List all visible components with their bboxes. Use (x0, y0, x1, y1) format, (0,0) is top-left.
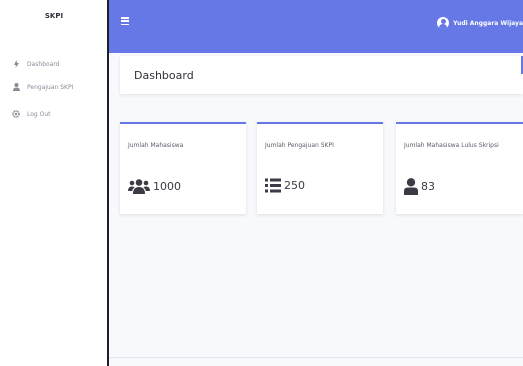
gear-icon (12, 110, 20, 118)
brand-title: SKPI (44, 12, 64, 20)
page-title: Dashboard (134, 68, 194, 82)
stat-value: 1000 (153, 179, 181, 193)
sidebar-item-log-out[interactable]: Log Out (12, 108, 51, 120)
sidebar-item-pengajuan-skpi[interactable]: Pengajuan SKPI (12, 81, 73, 93)
user-icon (12, 83, 20, 91)
avatar (437, 17, 450, 29)
users-icon (128, 178, 150, 194)
stat-row: 250 (265, 178, 305, 193)
dashboard-icon (12, 60, 20, 68)
stat-label: Jumlah Mahasiswa (128, 142, 184, 149)
user-menu[interactable]: Yudi Anggara Wijaya (437, 17, 523, 29)
stat-row: 1000 (128, 178, 181, 194)
main-content: Yudi Anggara Wijaya Dashboard Jumlah Mah… (109, 0, 523, 366)
stat-value: 250 (284, 179, 305, 192)
stat-label: Jumlah Pengajuan SKPI (265, 142, 334, 149)
menu-toggle-icon[interactable] (121, 17, 129, 25)
sidebar: SKPI Dashboard Pengajuan SKPI Log Out (0, 0, 108, 366)
stat-card-mahasiswa: Jumlah Mahasiswa 1000 (120, 122, 246, 214)
user-name: Yudi Anggara Wijaya (453, 19, 523, 27)
stat-value: 83 (421, 180, 435, 193)
stat-row: 83 (404, 178, 435, 195)
stat-card-lulus-skripsi: Jumlah Mahasiswa Lulus Skripsi 83 (396, 122, 523, 214)
sidebar-item-label: Dashboard (27, 60, 60, 68)
sidebar-item-dashboard[interactable]: Dashboard (12, 58, 60, 70)
footer-divider (109, 357, 523, 358)
page-header-card: Dashboard (120, 56, 523, 94)
user-icon (404, 178, 418, 195)
topbar: Yudi Anggara Wijaya (109, 0, 523, 53)
list-icon (265, 178, 281, 193)
sidebar-item-label: Log Out (27, 110, 51, 118)
stat-label: Jumlah Mahasiswa Lulus Skripsi (404, 142, 499, 149)
sidebar-item-label: Pengajuan SKPI (27, 83, 74, 91)
stat-card-pengajuan: Jumlah Pengajuan SKPI 250 (257, 122, 383, 214)
app-window: SKPI Dashboard Pengajuan SKPI Log Out Yu… (0, 0, 523, 366)
